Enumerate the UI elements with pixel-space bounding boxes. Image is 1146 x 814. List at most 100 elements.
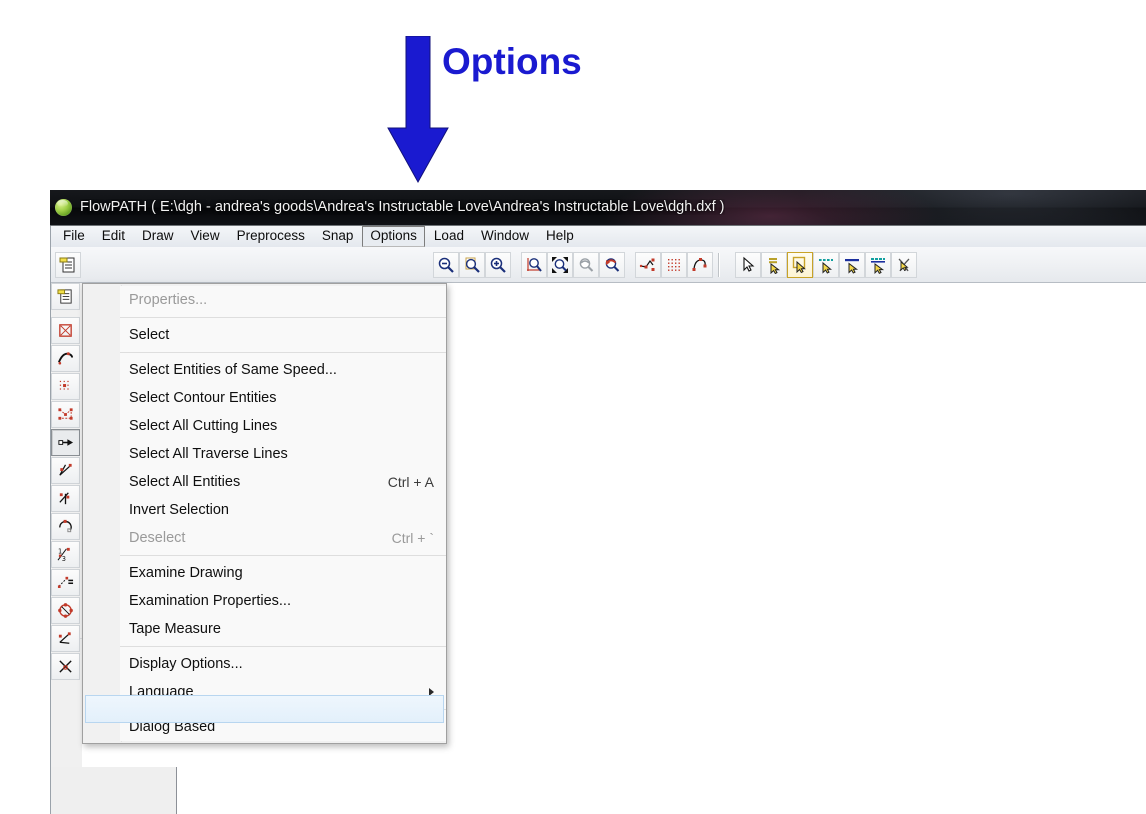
zoom-window-icon — [465, 257, 480, 273]
fillet-icon: 1 3 — [57, 548, 70, 563]
toolbar-select-traverse-button[interactable] — [813, 251, 839, 278]
menu-item-label: Tape Measure — [129, 621, 221, 637]
toolbar-grid-dots-button[interactable] — [661, 251, 687, 278]
new-document-icon — [57, 289, 72, 304]
menu-item-select-all-entities[interactable]: Select All Entities Ctrl + A — [120, 468, 446, 496]
left-toolbar-perpendicular-button[interactable] — [51, 485, 80, 512]
menu-item-label: Deselect — [129, 530, 186, 546]
panel-divider[interactable] — [176, 767, 177, 814]
menu-separator — [120, 555, 446, 556]
menu-item-select-entities-same-speed[interactable]: Select Entities of Same Speed... — [120, 356, 446, 384]
menu-item-shortcut: Ctrl + ` — [391, 530, 434, 546]
left-toolbar-entity-box-button[interactable] — [51, 317, 80, 344]
select-same-speed-icon — [769, 257, 781, 274]
toolbar-select-contour-button[interactable] — [787, 251, 813, 278]
menu-options[interactable]: Options — [362, 226, 425, 247]
toolbar-deselect-button[interactable] — [891, 251, 917, 278]
menu-item-display-options[interactable]: Display Options... — [120, 650, 446, 678]
toolbar-zoom-refresh-button[interactable] — [599, 251, 625, 278]
trim-icon — [58, 632, 71, 644]
menu-item-select-contour-entities[interactable]: Select Contour Entities — [120, 384, 446, 412]
toolbar-select-same-speed-button[interactable] — [761, 251, 787, 278]
toolbar-zoom-previous-button[interactable] — [573, 251, 599, 278]
select-cutting-icon — [845, 258, 859, 274]
circle-nodes-icon — [58, 603, 73, 618]
contour-path-icon — [692, 257, 707, 271]
zoom-previous-icon — [579, 257, 594, 272]
left-toolbar-new-document-button[interactable] — [51, 283, 80, 310]
application-window: FlowPATH ( E:\dgh - andrea's goods\Andre… — [50, 190, 1146, 814]
menu-item-label: Examine Drawing — [129, 565, 243, 581]
toolbar-zoom-fit-button[interactable] — [547, 251, 573, 278]
menu-file[interactable]: File — [55, 226, 93, 247]
menu-item-select-all-traverse-lines[interactable]: Select All Traverse Lines — [120, 440, 446, 468]
toolbar-zoom-extents-origin-button[interactable] — [521, 251, 547, 278]
left-toolbar-polyline-button[interactable] — [51, 401, 80, 428]
menu-view[interactable]: View — [183, 226, 228, 247]
toolbar-new-document-button[interactable] — [55, 251, 81, 278]
toolbar-zoom-in-button[interactable] — [485, 251, 511, 278]
toolbar-select-cutting-button[interactable] — [839, 251, 865, 278]
left-toolbar-trim-button[interactable] — [51, 625, 80, 652]
left-toolbar-delete-node-button[interactable] — [51, 653, 80, 680]
options-dropdown-menu: Properties... Select Select Entities of … — [82, 283, 447, 744]
menu-draw[interactable]: Draw — [134, 226, 182, 247]
new-document-icon — [59, 257, 75, 272]
menu-item-label: Select Entities of Same Speed... — [129, 362, 337, 378]
menu-item-properties[interactable]: Properties... — [120, 286, 446, 314]
menu-preprocess[interactable]: Preprocess — [229, 226, 313, 247]
menu-edit[interactable]: Edit — [94, 226, 133, 247]
menu-item-invert-selection[interactable]: Invert Selection — [120, 496, 446, 524]
menu-snap[interactable]: Snap — [314, 226, 362, 247]
left-toolbar-arc-button[interactable] — [51, 513, 80, 540]
toolbar-select-all-button[interactable] — [865, 251, 891, 278]
menu-bar: File Edit Draw View Preprocess Snap Opti… — [51, 226, 1146, 247]
left-toolbar: 1 3 — [51, 283, 82, 681]
menu-window[interactable]: Window — [473, 226, 537, 247]
left-toolbar-lead-in-arrow-button[interactable] — [51, 429, 80, 456]
menu-gutter — [84, 285, 122, 742]
menu-item-label: Select Contour Entities — [129, 390, 277, 406]
menu-item-select[interactable]: Select — [120, 321, 446, 349]
menu-item-dialog-based[interactable]: Dialog Based — [120, 713, 446, 741]
pointer-select-icon — [743, 256, 755, 272]
menu-load[interactable]: Load — [426, 226, 472, 247]
arc-icon — [59, 519, 72, 533]
menu-item-deselect[interactable]: Deselect Ctrl + ` — [120, 524, 446, 552]
window-title: FlowPATH ( E:\dgh - andrea's goods\Andre… — [80, 199, 725, 215]
left-toolbar-line-segment-button[interactable] — [51, 457, 80, 484]
chevron-right-icon — [429, 688, 434, 696]
annotation-arrow-down-icon — [387, 36, 449, 184]
zoom-fit-icon — [552, 256, 568, 273]
toolbar-zoom-out-button[interactable] — [433, 251, 459, 278]
menu-item-label: Properties... — [129, 292, 208, 308]
menu-separator — [120, 352, 446, 353]
left-toolbar-point-grid-button[interactable] — [51, 373, 80, 400]
menu-item-examination-properties[interactable]: Examination Properties... — [120, 587, 446, 615]
title-bar: FlowPATH ( E:\dgh - andrea's goods\Andre… — [50, 190, 1146, 226]
svg-text:3: 3 — [62, 555, 66, 563]
menu-item-shortcut: Ctrl + A — [387, 474, 434, 490]
offset-icon — [57, 576, 74, 588]
toolbar-pointer-select-button[interactable] — [735, 251, 761, 278]
perpendicular-icon — [59, 492, 70, 505]
left-toolbar-freehand-button[interactable] — [51, 345, 80, 372]
menu-item-language[interactable]: Language — [120, 678, 446, 706]
toolbar-zoom-window-button[interactable] — [459, 251, 485, 278]
menu-item-tape-measure[interactable]: Tape Measure — [120, 615, 446, 643]
toolbar-entity-path-button[interactable] — [635, 251, 661, 278]
menu-separator — [120, 317, 446, 318]
zoom-extents-origin-icon — [527, 257, 542, 272]
left-toolbar-offset-button[interactable] — [51, 569, 80, 596]
top-toolbar — [51, 247, 1146, 283]
menu-item-label: Invert Selection — [129, 502, 229, 518]
menu-item-label: Display Options... — [129, 656, 243, 672]
annotation-label-options: Options — [442, 41, 582, 82]
menu-item-select-all-cutting-lines[interactable]: Select All Cutting Lines — [120, 412, 446, 440]
menu-help[interactable]: Help — [538, 226, 582, 247]
left-toolbar-circle-nodes-button[interactable] — [51, 597, 80, 624]
toolbar-contour-path-button[interactable] — [687, 251, 713, 278]
client-area: File Edit Draw View Preprocess Snap Opti… — [50, 226, 1146, 814]
left-toolbar-fillet-button[interactable]: 1 3 — [51, 541, 80, 568]
menu-item-examine-drawing[interactable]: Examine Drawing — [120, 559, 446, 587]
